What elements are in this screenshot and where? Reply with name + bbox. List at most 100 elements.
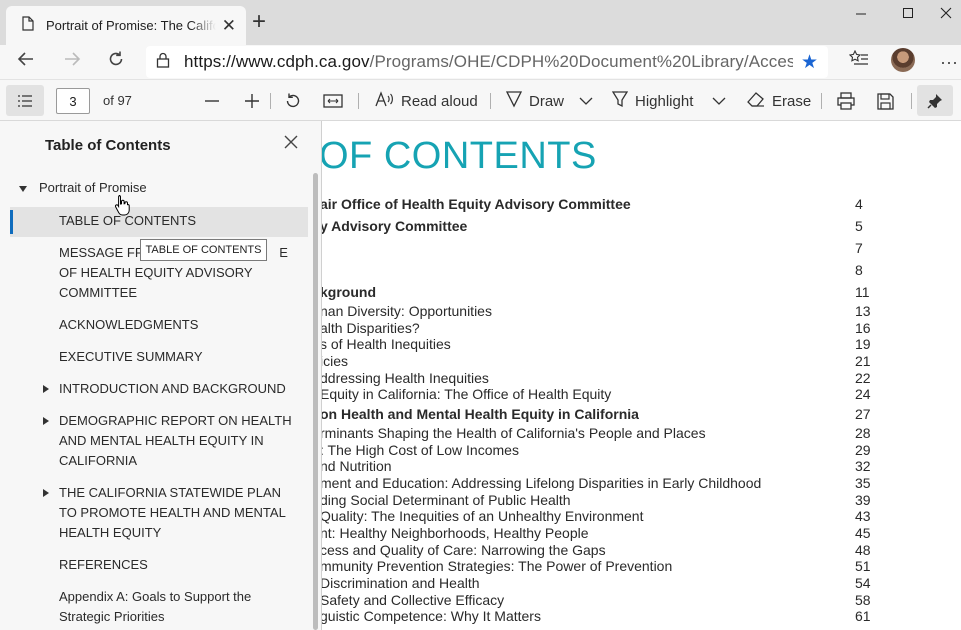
toc-item-line: TO PROMOTE HEALTH AND MENTAL <box>59 505 286 520</box>
toc-entry-text: nan Diversity: Opportunities <box>322 303 492 319</box>
toc-item-line: Appendix A: Goals to Support the <box>59 589 252 604</box>
address-bar: https://www.cdph.ca.gov/Programs/OHE/CDP… <box>0 45 961 79</box>
highlight-button[interactable]: Highlight <box>611 88 694 114</box>
toc-sidebar: Table of Contents Portrait of Promise TA… <box>0 121 322 630</box>
toc-entry-text: ding Social Determinant of Public Health <box>322 492 571 508</box>
favorites-list-icon[interactable] <box>846 49 872 75</box>
minimize-icon[interactable] <box>846 6 876 26</box>
toc-entry-page-number: 43 <box>855 508 871 524</box>
toc-item-appendix-a[interactable]: Appendix A: Goals to Support the Strateg… <box>59 587 295 627</box>
hand-cursor-icon <box>114 194 130 221</box>
tab-close-icon[interactable]: ✕ <box>222 16 236 36</box>
toc-item-introduction[interactable]: INTRODUCTION AND BACKGROUND <box>59 379 295 399</box>
maximize-icon[interactable] <box>893 6 923 26</box>
toc-item-line: OF HEALTH EQUITY ADVISORY <box>59 265 253 280</box>
toc-entry-page-number: 54 <box>855 575 871 591</box>
toc-entry-text: guistic Competence: Why It Matters <box>322 608 541 624</box>
rotate-icon[interactable] <box>284 88 302 114</box>
page-total-label: of 97 <box>103 93 132 108</box>
url-path: /Programs/OHE/CDPH%20Document%20Library/… <box>369 52 793 71</box>
toc-entry-page-number: 28 <box>855 425 871 441</box>
toc-item-line: Strategic Priorities <box>59 609 165 624</box>
back-arrow-icon[interactable] <box>13 49 39 75</box>
toc-entry-page-number: 35 <box>855 475 871 491</box>
collapsed-caret-icon[interactable] <box>43 489 49 497</box>
erase-label: Erase <box>772 92 812 110</box>
toc-entry-text: ddressing Health Inequities <box>322 370 489 386</box>
tab-title: Portrait of Promise: The California S <box>46 18 216 33</box>
highlighter-icon <box>611 90 629 112</box>
toc-item-references[interactable]: REFERENCES <box>59 555 295 575</box>
read-aloud-label: Read aloud <box>401 92 478 110</box>
table-of-contents-button[interactable] <box>6 85 44 116</box>
toc-item-table-of-contents[interactable]: TABLE OF CONTENTS <box>59 211 295 231</box>
pdf-document-page: OF CONTENTS air Office of Health Equity … <box>322 121 961 630</box>
toc-entry-text: icies <box>322 353 349 369</box>
toc-entry-page-number: 61 <box>855 608 871 624</box>
toc-entry-text: Quality: The Inequities of an Unhealthy … <box>322 508 644 524</box>
collapsed-caret-icon[interactable] <box>43 417 49 425</box>
tooltip: TABLE OF CONTENTS <box>140 239 267 261</box>
url-field[interactable]: https://www.cdph.ca.gov/Programs/OHE/CDP… <box>146 46 828 78</box>
erase-button[interactable]: Erase <box>747 88 811 114</box>
toc-entry-page-number: 11 <box>855 284 870 300</box>
toc-item-line: MESSAGE FR <box>59 245 145 260</box>
toolbar-divider <box>270 93 271 109</box>
toc-entry-page-number: 24 <box>855 386 871 402</box>
new-tab-icon[interactable]: + <box>252 10 266 34</box>
toc-entry-text: kground <box>322 284 376 300</box>
toc-entry-page-number: 8 <box>855 262 863 278</box>
collapsed-caret-icon[interactable] <box>43 385 49 393</box>
toc-item-line: E <box>279 245 288 260</box>
zoom-out-icon[interactable] <box>204 88 220 114</box>
toc-item-demographic-report[interactable]: DEMOGRAPHIC REPORT ON HEALTH AND MENTAL … <box>59 411 295 471</box>
highlight-options-chevron-down-icon[interactable] <box>712 88 726 114</box>
refresh-icon[interactable] <box>103 49 129 75</box>
highlight-label: Highlight <box>635 92 694 110</box>
print-icon[interactable] <box>837 88 855 114</box>
toc-item-statewide-plan[interactable]: THE CALIFORNIA STATEWIDE PLAN TO PROMOTE… <box>59 483 295 543</box>
read-aloud-button[interactable]: Read aloud <box>375 88 478 114</box>
favorite-star-icon[interactable]: ★ <box>801 51 818 74</box>
zoom-in-icon[interactable] <box>244 88 260 114</box>
toc-entry-page-number: 13 <box>855 303 871 319</box>
lock-icon[interactable] <box>156 52 170 73</box>
toc-item-line: DEMOGRAPHIC REPORT ON HEALTH <box>59 413 292 428</box>
draw-pen-icon <box>505 90 523 112</box>
toc-entry-text: cess and Quality of Care: Narrowing the … <box>322 542 606 558</box>
toc-entry-text: nd Nutrition <box>322 458 392 474</box>
selection-indicator <box>10 210 13 234</box>
sidebar-scrollbar[interactable] <box>313 173 318 630</box>
toc-item-acknowledgments[interactable]: ACKNOWLEDGMENTS <box>59 315 295 335</box>
toc-entry-page-number: 21 <box>855 353 871 369</box>
close-icon[interactable] <box>283 133 299 156</box>
fit-to-width-icon[interactable] <box>323 88 343 114</box>
page-icon <box>22 15 34 36</box>
toc-entry-page-number: 39 <box>855 492 871 508</box>
close-window-icon[interactable] <box>931 6 961 26</box>
toc-item-executive-summary[interactable]: EXECUTIVE SUMMARY <box>59 347 295 367</box>
toc-entry-page-number: 29 <box>855 442 871 458</box>
pin-toolbar-icon[interactable] <box>917 85 953 116</box>
toc-entry-text: ment and Education: Addressing Lifelong … <box>322 475 762 491</box>
draw-button[interactable]: Draw <box>505 88 564 114</box>
toc-entry-text: on Health and Mental Health Equity in Ca… <box>322 406 639 422</box>
toc-entry-text: Equity in California: The Office of Heal… <box>322 386 612 402</box>
toc-entry-page-number: 51 <box>855 558 871 574</box>
avatar[interactable] <box>891 48 915 72</box>
toc-item-line: CALIFORNIA <box>59 453 138 468</box>
toc-entry-page-number: 58 <box>855 592 871 608</box>
toc-root-item[interactable]: Portrait of Promise <box>39 180 147 195</box>
save-icon[interactable] <box>877 88 894 114</box>
title-bar: Portrait of Promise: The California S ✕ … <box>0 0 961 45</box>
page-number-input[interactable]: 3 <box>56 88 90 114</box>
browser-tab[interactable]: Portrait of Promise: The California S ✕ <box>6 6 246 45</box>
draw-options-chevron-down-icon[interactable] <box>579 88 593 114</box>
toc-entry-text: y Advisory Committee <box>322 218 468 234</box>
more-options-icon[interactable]: ··· <box>936 49 961 75</box>
forward-arrow-icon[interactable] <box>59 49 85 75</box>
toc-entry-text: Safety and Collective Efficacy <box>322 592 505 608</box>
pdf-toolbar: 3 of 97 Read aloud Draw Highlight Erase <box>0 79 961 121</box>
url-text[interactable]: https://www.cdph.ca.gov/Programs/OHE/CDP… <box>184 52 793 72</box>
expanded-caret-icon[interactable] <box>19 186 27 192</box>
